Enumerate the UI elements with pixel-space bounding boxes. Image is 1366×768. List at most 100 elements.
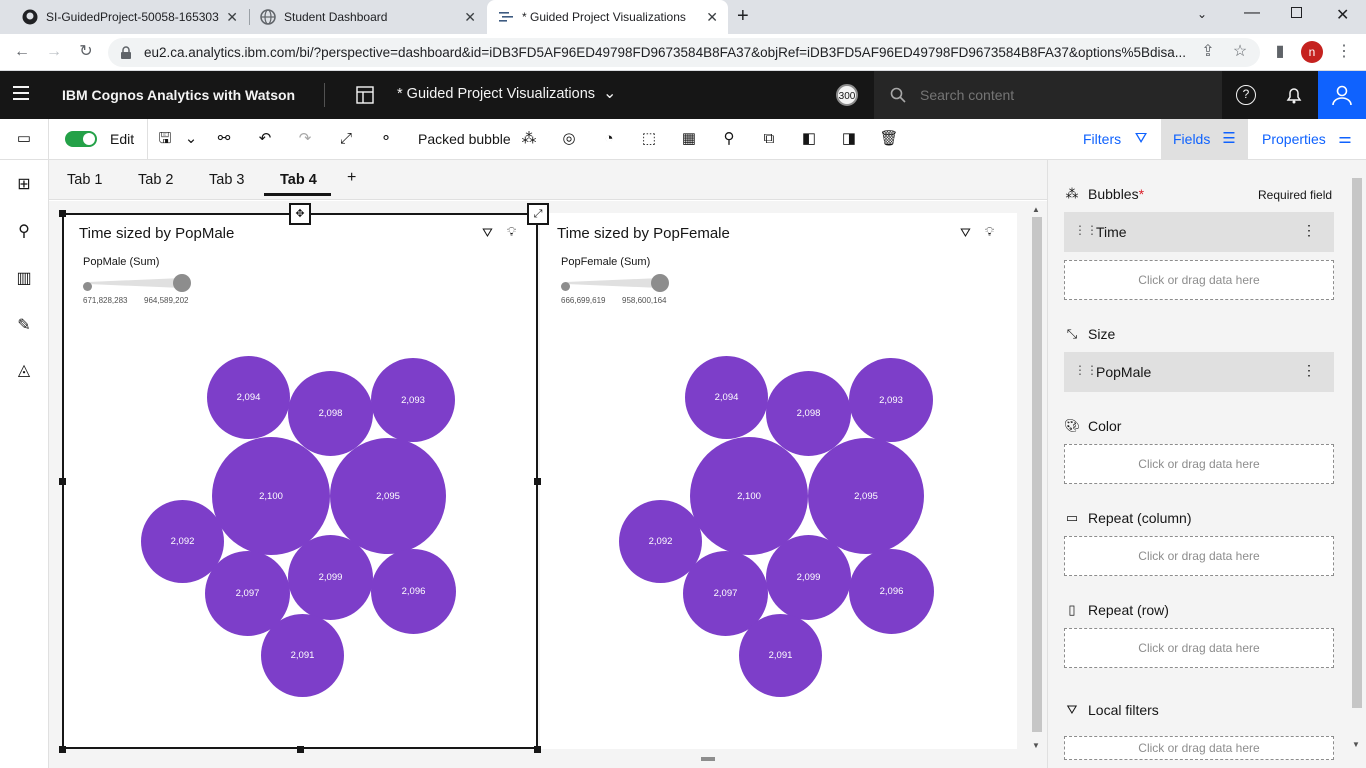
resize-handle[interactable] — [59, 746, 66, 753]
expand-icon[interactable]: ⤢ — [336, 129, 356, 149]
dropzone-color[interactable]: Click or drag data here — [1064, 444, 1334, 484]
dropzone-repeat-column[interactable]: Click or drag data here — [1064, 536, 1334, 576]
scroll-up-icon[interactable]: ▲ — [1032, 205, 1040, 214]
properties-button[interactable]: Properties — [1262, 131, 1326, 147]
widget-popfemale[interactable]: Time sized by PopFemale ⛛ 💡︎ PopFemale (… — [540, 213, 1017, 749]
dropzone-repeat-row[interactable]: Click or drag data here — [1064, 628, 1334, 668]
resize-handle[interactable] — [297, 746, 304, 753]
undo-icon[interactable]: ↶ — [255, 129, 275, 149]
save-icon[interactable]: 🖫 — [155, 129, 175, 149]
field-pill-popmale[interactable]: ⋮⋮ PopMale ⋮ — [1064, 352, 1334, 392]
bubble[interactable]: 2,095 — [808, 438, 924, 554]
delete-icon[interactable]: 🗑 — [879, 129, 899, 149]
close-icon[interactable]: ✕ — [464, 9, 476, 26]
resize-handle[interactable] — [534, 478, 541, 485]
lightbulb-icon[interactable]: 💡︎ — [985, 224, 994, 240]
browser-tab-guided-project[interactable]: * Guided Project Visualizations ✕ — [487, 0, 728, 34]
bubble[interactable]: 2,099 — [766, 535, 851, 620]
browser-tab-student-dashboard[interactable]: Student Dashboard ✕ — [250, 0, 486, 34]
new-tab-icon[interactable]: + — [737, 5, 749, 28]
bubble[interactable]: 2,093 — [849, 358, 933, 442]
target-icon[interactable]: ◎ — [559, 129, 579, 149]
table-icon[interactable]: ▦ — [679, 129, 699, 149]
edit-toggle[interactable] — [65, 131, 97, 147]
notification-bell-icon[interactable] — [1284, 85, 1304, 105]
visualizations-icon[interactable]: ▥ — [13, 268, 35, 290]
insights-icon[interactable]: ◔ — [599, 129, 619, 149]
sliders-icon[interactable]: ⚌ — [1335, 129, 1355, 149]
select-area-icon[interactable]: ⬚ — [639, 129, 659, 149]
scrollbar-thumb[interactable] — [1032, 217, 1042, 732]
bubble[interactable]: 2,096 — [849, 549, 934, 634]
count-badge[interactable]: 300 — [836, 84, 858, 106]
filter-icon[interactable]: ⛛ — [960, 225, 971, 241]
chevron-down-icon[interactable]: ⌄ — [181, 129, 201, 149]
move-icon[interactable]: ✥ — [289, 203, 311, 225]
send-backward-icon[interactable]: ◨ — [839, 129, 859, 149]
overflow-menu-icon[interactable]: ⋮ — [1302, 222, 1316, 239]
bubble[interactable]: 2,100 — [690, 437, 808, 555]
url-field[interactable]: eu2.ca.analytics.ibm.com/bi/?perspective… — [108, 38, 1260, 67]
pin-icon[interactable]: ⚲ — [13, 221, 35, 243]
bubble[interactable]: 2,094 — [685, 356, 768, 439]
chevron-down-icon[interactable]: ⌄ — [603, 83, 616, 103]
tab-4[interactable]: Tab 4 — [280, 172, 317, 188]
viz-type-label[interactable]: Packed bubble — [418, 131, 511, 147]
panel-scrollbar[interactable] — [1352, 178, 1362, 708]
help-icon[interactable]: ? — [1236, 85, 1256, 105]
restore-icon[interactable] — [1291, 7, 1302, 18]
resize-handle[interactable] — [534, 746, 541, 753]
reload-icon[interactable]: ↻ — [75, 41, 97, 63]
chevron-down-icon[interactable]: ⌄ — [1197, 7, 1207, 21]
redo-icon[interactable]: ↷ — [295, 129, 315, 149]
tab-3[interactable]: Tab 3 — [209, 172, 244, 188]
resize-handle[interactable] — [59, 478, 66, 485]
drag-handle-icon[interactable]: ⋮⋮ — [1074, 223, 1098, 237]
bubble[interactable]: 2,091 — [739, 614, 822, 697]
hamburger-menu-icon[interactable] — [13, 86, 29, 100]
dropzone-local-filters[interactable]: Click or drag data here — [1064, 736, 1334, 760]
relationship-icon[interactable]: ⚬ — [376, 129, 396, 149]
bookmark-star-icon[interactable]: ☆ — [1229, 41, 1251, 63]
sidepanel-icon[interactable]: ▮ — [1269, 41, 1291, 63]
scroll-down-icon[interactable]: ▼ — [1032, 741, 1040, 750]
field-pill-time[interactable]: ⋮⋮ Time ⋮ — [1064, 212, 1334, 252]
menu-kebab-icon[interactable]: ⋮ — [1333, 41, 1355, 63]
close-window-icon[interactable]: ✕ — [1336, 5, 1349, 25]
share-icon[interactable]: ⇪ — [1197, 41, 1219, 63]
canvas-scrollbar[interactable]: ▲ ▼ — [1030, 205, 1044, 753]
chat-icon[interactable]: ▭ — [14, 129, 34, 149]
share-icon[interactable]: ⚯ — [214, 129, 234, 149]
fields-tab[interactable]: Fields ☰ — [1161, 119, 1248, 159]
search-input[interactable] — [920, 85, 1200, 105]
filter-icon[interactable]: ⛛ — [1131, 129, 1151, 149]
dropzone-bubbles[interactable]: Click or drag data here — [1064, 260, 1334, 300]
widgets-icon[interactable]: ✎ — [13, 315, 35, 337]
tab-2[interactable]: Tab 2 — [138, 172, 173, 188]
close-icon[interactable]: ✕ — [226, 9, 238, 26]
close-icon[interactable]: ✕ — [706, 9, 718, 26]
bring-forward-icon[interactable]: ◧ — [799, 129, 819, 149]
overflow-menu-icon[interactable]: ⋮ — [1302, 362, 1316, 379]
pin-icon[interactable]: ⚲ — [719, 129, 739, 149]
scroll-down-icon[interactable]: ▼ — [1352, 740, 1360, 749]
filters-button[interactable]: Filters — [1083, 131, 1121, 147]
minimize-icon[interactable]: — — [1244, 4, 1260, 22]
packed-bubble-icon[interactable]: ⁂ — [519, 129, 539, 149]
duplicate-icon[interactable]: ⧉ — [759, 129, 779, 149]
drag-handle-icon[interactable]: ⋮⋮ — [1074, 363, 1098, 377]
browser-tab-github[interactable]: SI-GuidedProject-50058-165303 ✕ — [10, 0, 248, 34]
profile-avatar[interactable]: n — [1301, 41, 1323, 63]
maximize-icon[interactable]: ⤢ — [527, 203, 549, 225]
data-tree-icon[interactable]: ⊞ — [13, 174, 35, 196]
tab-1[interactable]: Tab 1 — [67, 172, 102, 188]
document-title[interactable]: * Guided Project Visualizations — [397, 86, 595, 102]
bubble[interactable]: 2,098 — [766, 371, 851, 456]
assistant-icon[interactable]: ◬ — [13, 360, 35, 382]
back-icon[interactable]: ← — [11, 41, 33, 63]
resize-handle[interactable] — [59, 210, 66, 217]
add-tab-icon[interactable]: + — [347, 169, 356, 187]
forward-icon[interactable]: → — [43, 41, 65, 63]
user-avatar-button[interactable] — [1318, 71, 1366, 119]
canvas-hscroll-grip[interactable] — [701, 757, 715, 761]
